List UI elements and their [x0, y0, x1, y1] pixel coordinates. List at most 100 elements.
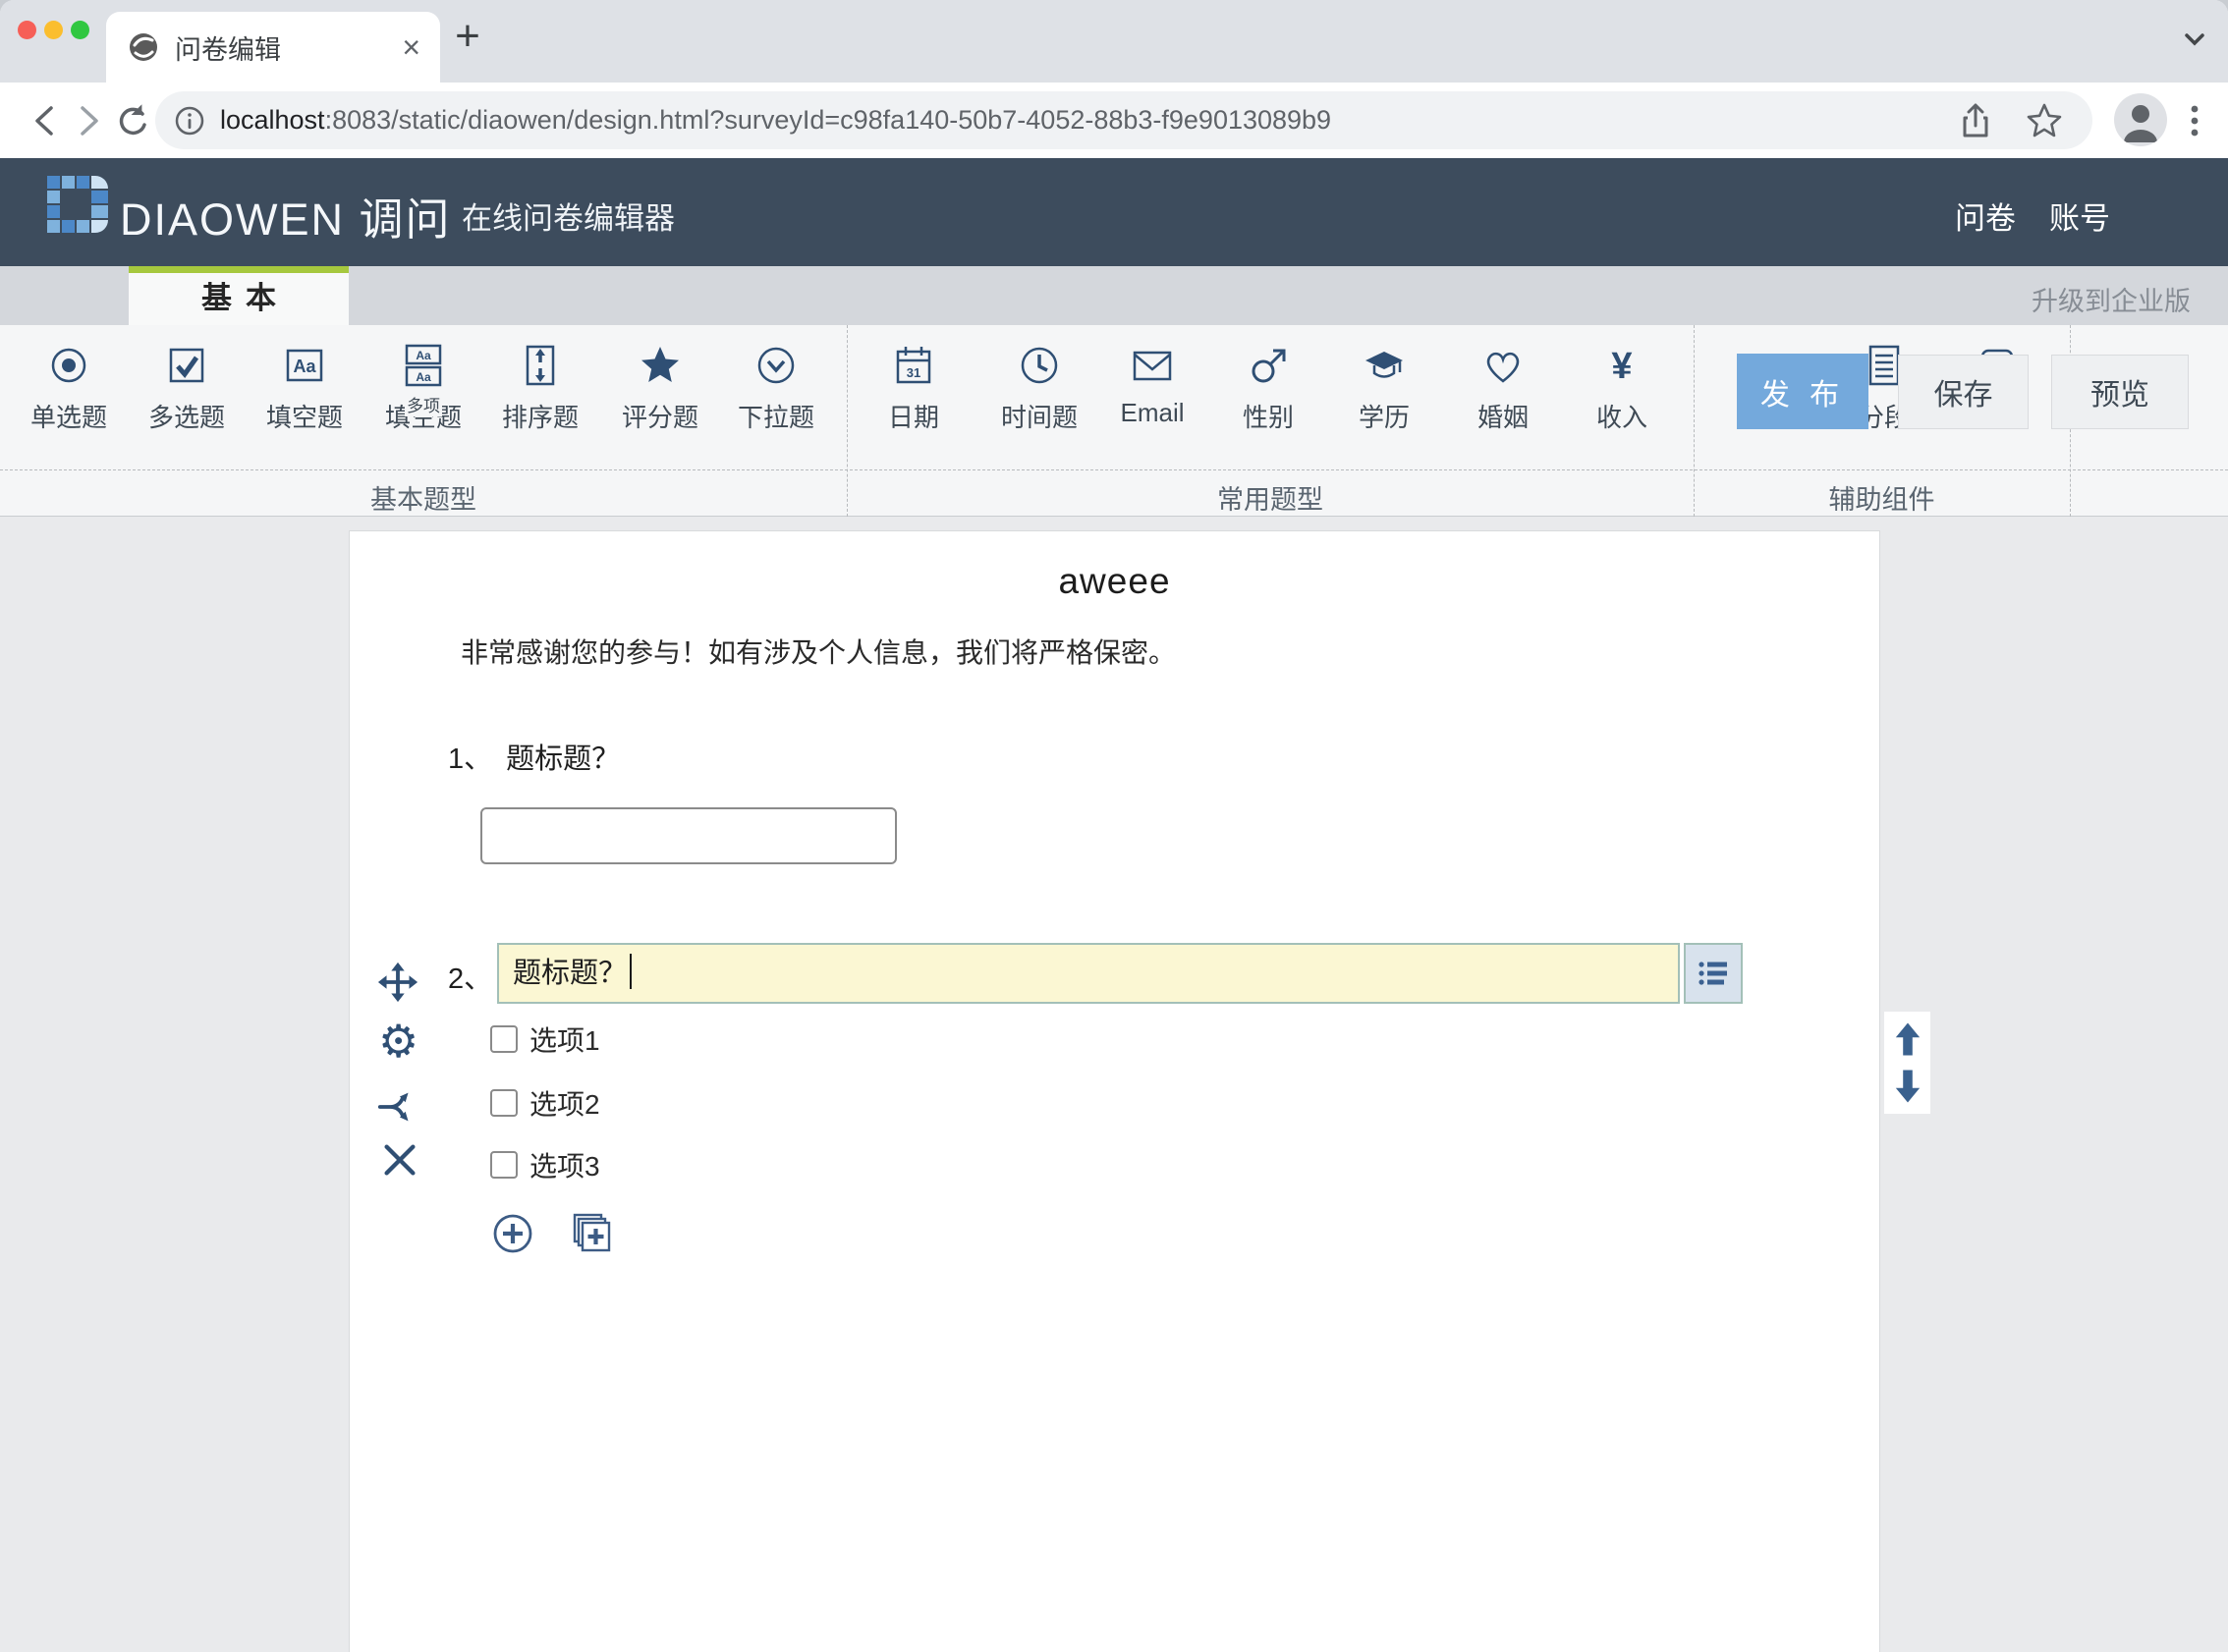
- dropdown-icon: [753, 343, 799, 388]
- save-button[interactable]: 保存: [1898, 355, 2029, 429]
- window-zoom-button[interactable]: [71, 21, 89, 39]
- move-up-icon[interactable]: [1888, 1019, 1927, 1059]
- tab-basic[interactable]: 基本: [129, 266, 349, 325]
- svg-text:31: 31: [907, 365, 920, 380]
- forward-icon[interactable]: [69, 99, 112, 142]
- upgrade-link[interactable]: 升级到企业版: [2032, 280, 2191, 318]
- ribbon-item-education[interactable]: 学历: [1335, 343, 1433, 434]
- tab-strip: 问卷编辑 × +: [0, 0, 2228, 83]
- option-3-label[interactable]: 选项3: [529, 1145, 600, 1184]
- profile-avatar[interactable]: [2114, 93, 2167, 146]
- editor-stage: aweee 非常感谢您的参与！如有涉及个人信息，我们将严格保密。 1、题标题？ …: [0, 518, 2228, 1652]
- male-icon: [1246, 343, 1291, 388]
- ribbon-item-date[interactable]: 31 日期: [864, 343, 963, 434]
- star-icon: [638, 343, 683, 388]
- ribbon-tab-row: 基本 升级到企业版: [0, 266, 2228, 325]
- option-row: 选项1: [490, 1022, 600, 1056]
- globe-favicon-icon: [128, 31, 159, 63]
- clock-icon: [1017, 343, 1062, 388]
- move-down-icon[interactable]: [1888, 1067, 1927, 1106]
- question-2-number: 2、: [448, 956, 492, 997]
- browser-menu-icon[interactable]: [2175, 99, 2214, 142]
- tab-search-chevron-icon[interactable]: [2177, 22, 2212, 57]
- question-1-title-row[interactable]: 1、题标题？: [448, 736, 620, 777]
- survey-title[interactable]: aweee: [350, 561, 1879, 602]
- window-close-button[interactable]: [18, 21, 36, 39]
- publish-button[interactable]: 发 布: [1737, 354, 1868, 429]
- nav-item-account[interactable]: 账号: [2049, 193, 2110, 238]
- browser-tab[interactable]: 问卷编辑 ×: [106, 12, 440, 83]
- option-1-checkbox[interactable]: [490, 1025, 518, 1053]
- batch-add-options-icon[interactable]: [569, 1211, 614, 1256]
- tab-close-icon[interactable]: ×: [402, 31, 420, 63]
- move-question-icon[interactable]: [376, 961, 419, 1004]
- preview-button[interactable]: 预览: [2051, 355, 2189, 429]
- survey-description[interactable]: 非常感谢您的参与！如有涉及个人信息，我们将严格保密。: [461, 632, 1176, 671]
- survey-canvas: aweee 非常感谢您的参与！如有涉及个人信息，我们将严格保密。 1、题标题？ …: [349, 530, 1880, 1652]
- question-settings-gear-icon[interactable]: ⚙: [378, 1019, 418, 1064]
- ribbon-item-email[interactable]: Email: [1103, 343, 1201, 428]
- option-actions: [490, 1211, 614, 1256]
- delete-question-icon[interactable]: [378, 1138, 421, 1182]
- checkbox-icon: [164, 343, 209, 388]
- add-option-icon[interactable]: [490, 1211, 535, 1256]
- yen-icon: ¥: [1599, 343, 1644, 388]
- url-path: :8083/static/diaowen/design.html?surveyI…: [325, 105, 1332, 135]
- ribbon-item-gender[interactable]: 性别: [1219, 343, 1317, 434]
- app-header: DIAOWEN 调问 在线问卷编辑器 问卷 账号: [0, 158, 2228, 266]
- ribbon-item-single-choice[interactable]: 单选题: [20, 343, 118, 434]
- option-2-label[interactable]: 选项2: [529, 1083, 600, 1123]
- option-1-label[interactable]: 选项1: [529, 1019, 600, 1059]
- ribbon-item-fill-blank[interactable]: Aa 填空题: [255, 343, 354, 434]
- person-icon: [2114, 93, 2167, 146]
- option-list-button[interactable]: [1684, 943, 1743, 1004]
- question-2-title-text: 题标题？: [513, 958, 627, 989]
- svg-text:Aa: Aa: [293, 357, 316, 376]
- svg-text:Aa: Aa: [416, 349, 431, 362]
- textbox-multi-icon: Aa Aa: [401, 343, 446, 388]
- ribbon-item-multi-fill-blank[interactable]: Aa Aa 多项 填空题: [374, 343, 473, 434]
- option-2-checkbox[interactable]: [490, 1089, 518, 1117]
- option-3-checkbox[interactable]: [490, 1151, 518, 1179]
- ribbon-item-marriage[interactable]: 婚姻: [1454, 343, 1552, 434]
- url-host: localhost: [220, 105, 325, 135]
- ribbon-item-multi-choice[interactable]: 多选题: [138, 343, 236, 434]
- diaowen-logo-icon: [47, 176, 108, 250]
- label-divider: [0, 469, 2228, 470]
- ribbon-item-sort[interactable]: 排序题: [491, 343, 589, 434]
- app-subtitle: 在线问卷编辑器: [462, 193, 675, 238]
- ribbon-item-time[interactable]: 时间题: [990, 343, 1088, 434]
- back-icon[interactable]: [22, 99, 65, 142]
- option-row: 选项3: [490, 1148, 600, 1182]
- group-label-aux: 辅助组件: [1694, 478, 2070, 517]
- ribbon-item-rating[interactable]: 评分题: [611, 343, 709, 434]
- question-1-title: 题标题？: [506, 743, 620, 775]
- reload-icon[interactable]: [112, 99, 155, 142]
- bullet-list-icon: [1694, 954, 1733, 993]
- envelope-icon: [1130, 343, 1175, 388]
- new-tab-button[interactable]: +: [444, 14, 491, 61]
- svg-text:¥: ¥: [1611, 346, 1632, 387]
- share-page-icon[interactable]: [1955, 100, 1996, 141]
- ribbon-item-dropdown[interactable]: 下拉题: [727, 343, 825, 434]
- calendar-icon: 31: [891, 343, 936, 388]
- question-2-title-edit-field[interactable]: 题标题？: [497, 943, 1680, 1004]
- tab-title: 问卷编辑: [175, 28, 402, 67]
- sort-icon: [518, 343, 563, 388]
- question-1-text-input[interactable]: [480, 807, 897, 864]
- url-text: localhost:8083/static/diaowen/design.htm…: [220, 105, 1955, 136]
- header-nav: 问卷 账号: [1955, 193, 2110, 238]
- logic-branch-icon[interactable]: [376, 1085, 419, 1129]
- site-info-icon[interactable]: [173, 104, 206, 138]
- svg-text:Aa: Aa: [416, 370, 431, 384]
- question-reorder-controls: [1884, 1012, 1930, 1114]
- textbox-icon: Aa: [282, 343, 327, 388]
- browser-window: 问卷编辑 × + localhost:8083/static/diaowen/d…: [0, 0, 2228, 1652]
- nav-item-surveys[interactable]: 问卷: [1955, 193, 2016, 238]
- address-bar[interactable]: localhost:8083/static/diaowen/design.htm…: [155, 91, 2092, 149]
- window-minimize-button[interactable]: [44, 21, 63, 39]
- group-label-basic: 基本题型: [0, 478, 847, 517]
- text-cursor: [630, 954, 632, 989]
- bookmark-star-icon[interactable]: [2024, 100, 2065, 141]
- ribbon-item-income[interactable]: ¥ 收入: [1573, 343, 1671, 434]
